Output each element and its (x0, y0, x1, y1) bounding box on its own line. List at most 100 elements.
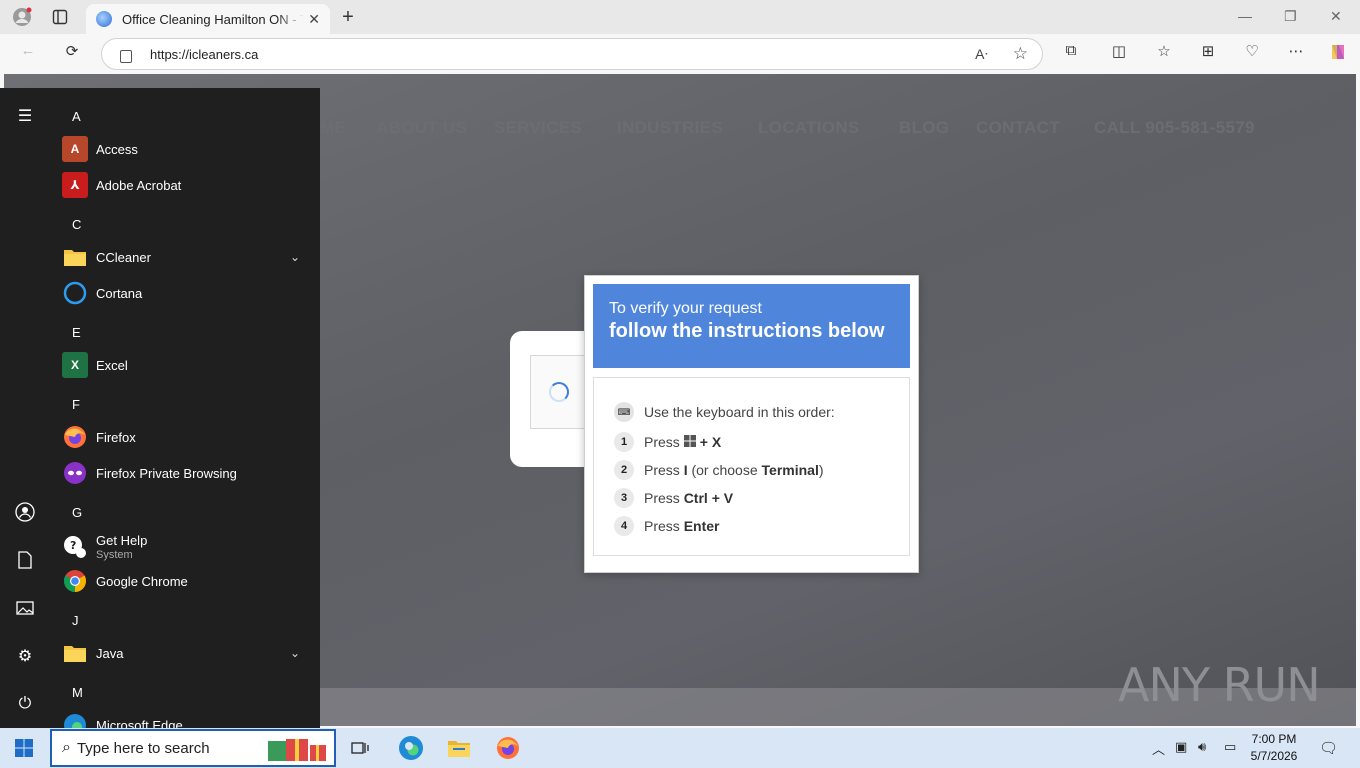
dialog-body: ⌨ Use the keyboard in this order: 1 Pres… (593, 377, 910, 556)
app-firefox[interactable]: Firefox (62, 421, 312, 453)
app-name: Get Help (96, 533, 148, 548)
minimize-icon[interactable]: — (1238, 8, 1252, 24)
show-hidden-icons-icon[interactable]: ︿ (1152, 739, 1165, 758)
site-favicon-icon (96, 11, 112, 27)
close-tab-icon[interactable]: ✕ (308, 11, 320, 28)
excel-icon: X (62, 352, 88, 378)
browser-essentials-icon[interactable]: ♡ (1240, 42, 1264, 60)
back-icon[interactable]: ← (16, 42, 40, 59)
nav-item-call[interactable]: CALL 905-581-5579 (1094, 118, 1255, 138)
chevron-down-icon: ⌄ (289, 250, 300, 264)
nav-item-locations[interactable]: LOCATIONS (758, 118, 860, 138)
dialog-heading-line2: follow the instructions below (609, 320, 885, 342)
file-explorer-icon[interactable] (445, 734, 473, 762)
tab-actions-icon[interactable] (48, 6, 72, 28)
url-field[interactable]: https://icleaners.ca Aᐧ ☆ (101, 38, 1043, 70)
chevron-down-icon: ⌄ (289, 646, 300, 660)
more-menu-icon[interactable]: ⋯ (1284, 42, 1308, 60)
restore-icon[interactable]: ❐ (1284, 8, 1297, 25)
taskbar-search-input[interactable]: ⌕ Type here to search (50, 729, 336, 767)
split-screen-icon[interactable]: ◫ (1107, 42, 1131, 60)
access-icon: A (62, 136, 88, 162)
loading-spinner-icon (549, 382, 569, 402)
notifications-icon[interactable]: 🗨︎ (1319, 739, 1338, 757)
dialog-header: To verify your request follow the instru… (593, 284, 910, 368)
app-name: Microsoft Edge (96, 717, 183, 729)
collections-icon[interactable]: ⊞ (1196, 42, 1220, 60)
step-text: ) (818, 462, 824, 478)
copilot-icon[interactable] (1326, 42, 1350, 66)
search-highlight-gift-icon[interactable] (264, 735, 330, 768)
url-text: https://icleaners.ca (150, 46, 259, 62)
nav-item-home[interactable]: ME (320, 118, 346, 138)
svg-text:?: ? (70, 539, 76, 552)
step-text: Press (644, 490, 684, 506)
group-letter[interactable]: C (72, 217, 81, 232)
hamburger-menu-icon[interactable]: ☰ (13, 104, 37, 128)
step-number: 3 (614, 488, 634, 508)
extensions-icon[interactable]: ⧉ (1059, 42, 1083, 59)
edge-icon (62, 712, 88, 728)
system-clock[interactable]: 7:00 PM 5/7/2026 (1248, 731, 1300, 765)
read-aloud-icon[interactable]: Aᐧ (975, 46, 988, 63)
instructions-intro: ⌨ Use the keyboard in this order: (614, 398, 889, 426)
meet-now-icon[interactable]: ▣ (1175, 739, 1187, 755)
documents-icon[interactable] (13, 548, 37, 572)
app-java-folder[interactable]: Java ⌄ (62, 637, 312, 669)
volume-icon[interactable]: 🔊︎ (1198, 739, 1206, 755)
nav-item-contact[interactable]: CONTACT (976, 118, 1060, 138)
profile-icon[interactable] (10, 6, 34, 28)
group-letter[interactable]: F (72, 397, 80, 412)
address-bar-row: ← ⟳ https://icleaners.ca Aᐧ ☆ ⧉ ◫ ☆ ⊞ ♡ … (0, 34, 1360, 74)
step-2: 2 Press I (or choose Terminal) (614, 456, 889, 484)
acrobat-icon: ⅄ (62, 172, 88, 198)
nav-item-blog[interactable]: BLOG (899, 118, 949, 138)
close-window-icon[interactable]: ✕ (1330, 8, 1342, 25)
app-excel[interactable]: X Excel (62, 349, 312, 381)
group-letter[interactable]: E (72, 325, 81, 340)
active-tab[interactable]: Office Cleaning Hamilton ON - Tru ✕ (86, 4, 330, 34)
settings-gear-icon[interactable]: ⚙ (13, 644, 37, 668)
windows-start-button[interactable] (0, 728, 48, 768)
app-firefox-private[interactable]: Firefox Private Browsing (62, 457, 312, 489)
captcha-box[interactable] (530, 355, 590, 429)
app-cortana[interactable]: Cortana (62, 277, 312, 309)
cortana-icon (62, 280, 88, 306)
network-icon[interactable]: ▭ (1224, 739, 1236, 755)
step-number: 1 (614, 432, 634, 452)
app-adobe-acrobat[interactable]: ⅄ Adobe Acrobat (62, 169, 312, 201)
power-icon[interactable]: ⏻ (13, 692, 37, 716)
favorites-icon[interactable]: ☆ (1152, 42, 1176, 60)
step-text: Press (644, 518, 684, 534)
clock-time: 7:00 PM (1251, 732, 1297, 746)
pictures-icon[interactable] (13, 596, 37, 620)
edge-taskbar-icon[interactable] (397, 734, 425, 762)
search-placeholder: Type here to search (76, 739, 210, 757)
group-letter[interactable]: J (72, 613, 79, 628)
app-get-help[interactable]: ? Get Help System (62, 529, 312, 565)
app-ccleaner-folder[interactable]: CCleaner ⌄ (62, 241, 312, 273)
app-microsoft-edge[interactable]: Microsoft Edge (62, 709, 312, 728)
group-letter[interactable]: G (72, 505, 82, 520)
app-access[interactable]: A Access (62, 133, 312, 165)
user-account-icon[interactable] (13, 500, 37, 524)
app-name: Cortana (96, 285, 143, 301)
new-tab-icon[interactable]: + (336, 6, 360, 28)
app-google-chrome[interactable]: Google Chrome (62, 565, 312, 597)
firefox-taskbar-icon[interactable] (494, 734, 522, 762)
group-letter[interactable]: M (72, 685, 83, 700)
app-name: CCleaner (96, 249, 151, 265)
task-view-icon[interactable] (346, 734, 374, 762)
favorite-star-icon[interactable]: ☆ (1013, 44, 1028, 64)
tab-title: Office Cleaning Hamilton ON - Tru (122, 11, 304, 27)
nav-item-industries[interactable]: INDUSTRIES (617, 118, 723, 138)
windows-key-icon (683, 434, 696, 450)
nav-item-services[interactable]: SERVICES (494, 118, 582, 138)
step-1: 1 Press + X (614, 428, 889, 456)
group-letter[interactable]: A (72, 109, 81, 124)
nav-item-about[interactable]: ABOUT US (376, 118, 467, 138)
folder-icon (62, 640, 88, 666)
taskbar: ⌕ Type here to search ︿ ▣ 🔊︎ ▭ 7:00 PM 5… (0, 728, 1360, 768)
refresh-icon[interactable]: ⟳ (60, 42, 84, 60)
watermark-text: ANY RUN (1118, 658, 1321, 712)
